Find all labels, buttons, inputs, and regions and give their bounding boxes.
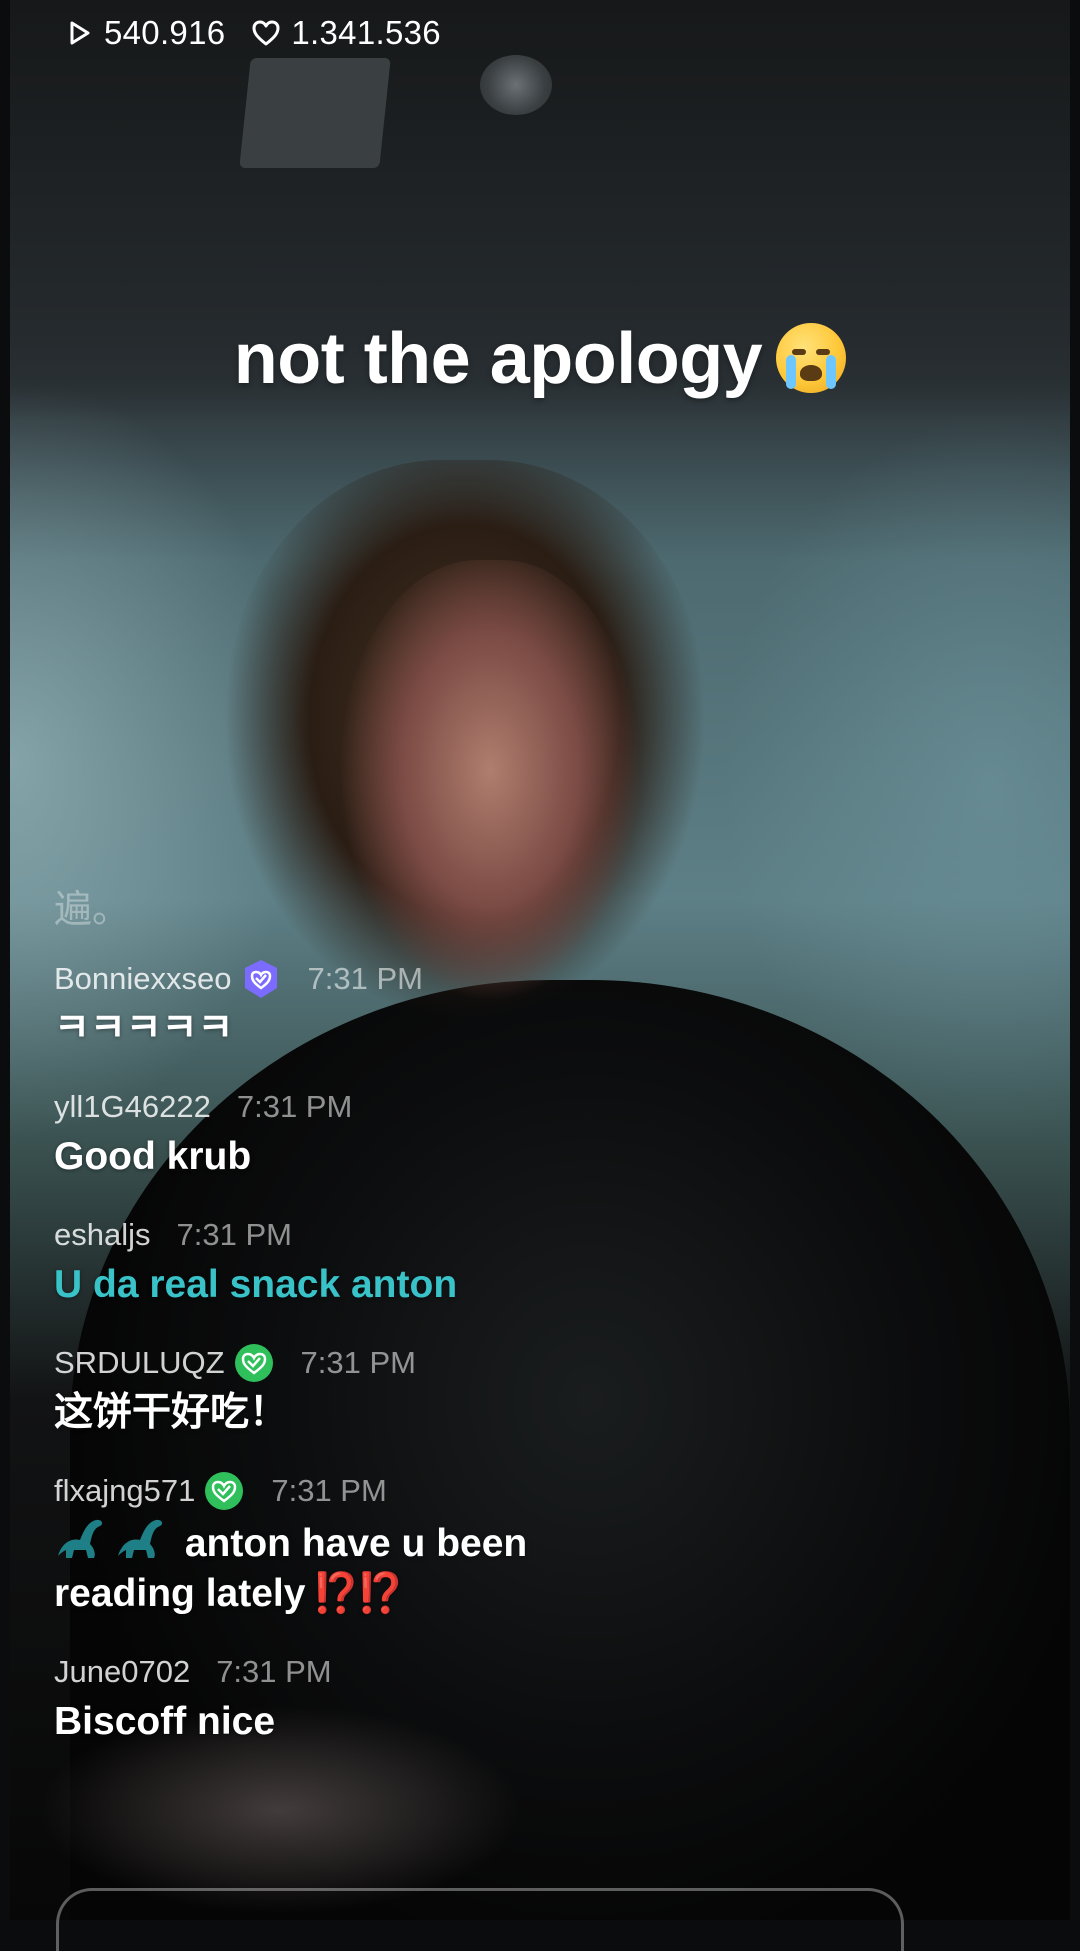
play-icon	[64, 18, 94, 48]
stats-bar: 540.916 1.341.536	[64, 10, 467, 56]
chat-time: 7:31 PM	[176, 1217, 292, 1252]
chat-message[interactable]: yll1G46222 7:31 PM Good krub	[54, 1086, 814, 1182]
sauropod-icon	[114, 1516, 166, 1562]
chat-time: 7:31 PM	[300, 1345, 416, 1380]
chat-username[interactable]: SRDULUQZ	[54, 1345, 225, 1381]
chat-text: Good krub	[54, 1135, 252, 1178]
ceiling-light	[480, 55, 552, 115]
ceiling-vent	[239, 58, 391, 168]
purple-heart-shield-icon	[240, 958, 282, 1000]
chat-text-line2: reading lately	[54, 1572, 306, 1615]
views-count: 540.916	[104, 14, 226, 51]
chat-message[interactable]: June0702 7:31 PM Biscoff nice	[54, 1651, 814, 1747]
video-caption: not the apology	[0, 318, 1080, 400]
chat-text-line1: anton have u been	[184, 1522, 528, 1565]
green-heart-check-icon	[233, 1342, 275, 1384]
chat-message[interactable]: SRDULUQZ 7:31 PM 这饼干好吃！	[54, 1342, 814, 1438]
interrobang-emoji: ⁉️⁉️	[311, 1572, 404, 1615]
green-heart-check-icon	[203, 1470, 245, 1512]
chat-username[interactable]: flxajng571	[54, 1473, 195, 1509]
likes-count: 1.341.536	[291, 14, 441, 51]
chat-time: 7:31 PM	[216, 1654, 332, 1689]
chat-text: ㅋㅋㅋㅋㅋ	[54, 1007, 234, 1050]
chat-text: anton have u been reading lately ⁉️⁉️	[54, 1516, 814, 1619]
chat-text: U da real snack anton	[54, 1263, 458, 1306]
heart-icon	[251, 18, 281, 48]
person-face	[340, 560, 640, 1020]
chat-text: 这饼干好吃！	[54, 1391, 289, 1434]
chat-message[interactable]: flxajng571 7:31 PM anton have u been rea…	[54, 1470, 814, 1619]
chat-message[interactable]: eshaljs 7:31 PM U da real snack anton	[54, 1214, 814, 1310]
chat-time: 7:31 PM	[307, 961, 423, 996]
chat-message[interactable]: Bonniexxseo 7:31 PM ㅋㅋㅋㅋㅋ	[54, 958, 814, 1054]
loudly-crying-face-icon	[776, 323, 847, 393]
chat-username[interactable]: yll1G46222	[54, 1089, 211, 1125]
live-chat: Bonniexxseo 7:31 PM ㅋㅋㅋㅋㅋ yll1G46222 7:3…	[54, 958, 814, 1779]
chat-time: 7:31 PM	[271, 1473, 387, 1508]
sauropod-icon	[54, 1516, 106, 1562]
chat-time: 7:31 PM	[236, 1089, 353, 1124]
chat-username[interactable]: June0702	[54, 1654, 190, 1690]
caption-text: not the apology	[233, 319, 763, 399]
chat-username[interactable]: Bonniexxseo	[54, 961, 232, 997]
faded-comment-text: 遍。	[54, 889, 131, 931]
chat-text: Biscoff nice	[54, 1700, 276, 1743]
chat-username[interactable]: eshaljs	[54, 1217, 151, 1253]
